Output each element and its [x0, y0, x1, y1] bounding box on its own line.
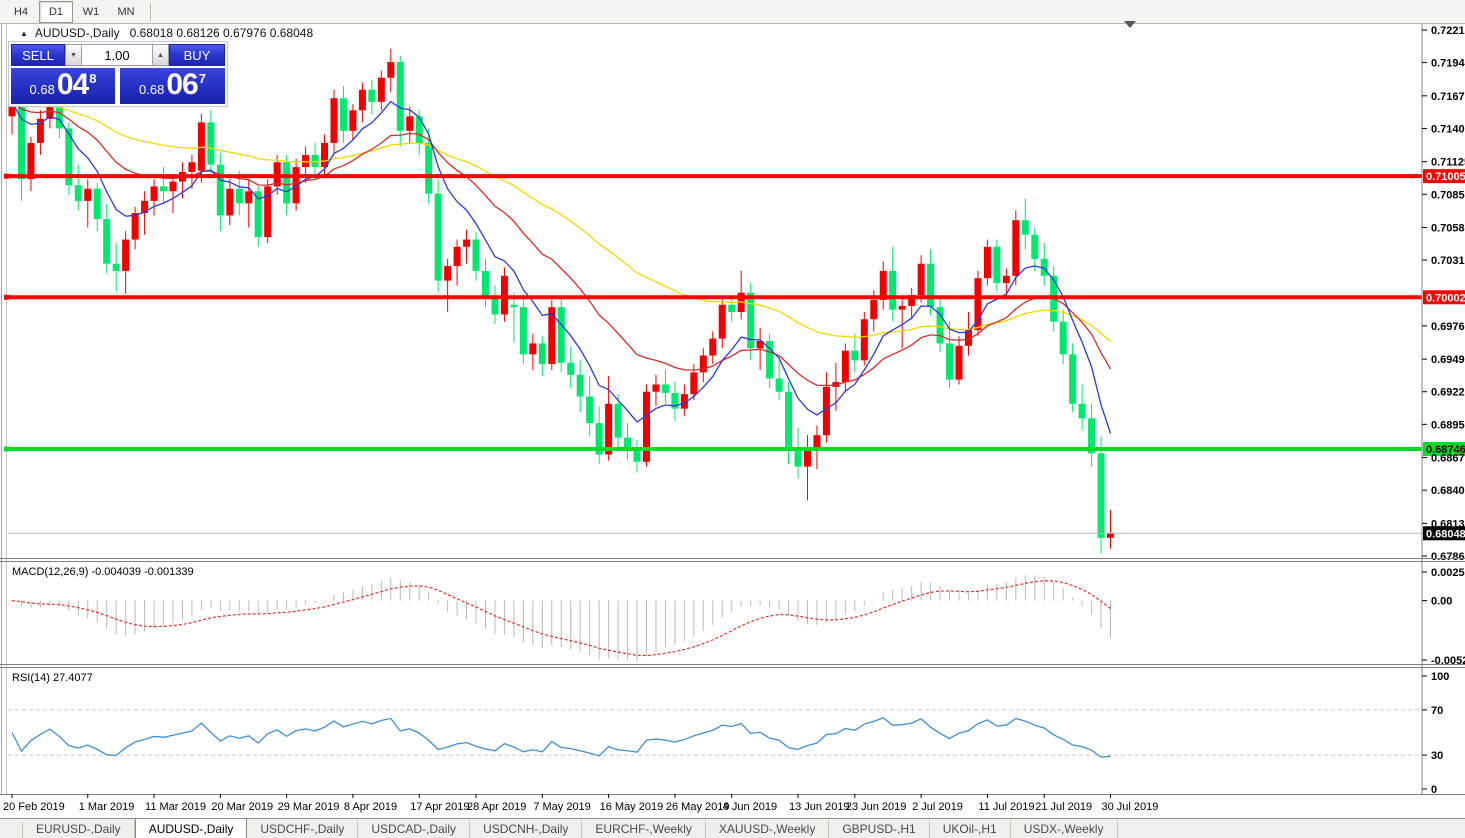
chart-tab-eurchf-weekly[interactable]: EURCHF-,Weekly — [582, 820, 705, 838]
ohlc-readout: 0.68018 0.68126 0.67976 0.68048 — [130, 26, 314, 40]
svg-text:0.70002: 0.70002 — [1426, 292, 1465, 304]
symbol-title: AUDUSD-,Daily — [35, 26, 120, 40]
one-click-trading-panel: SELL ▼ ▲ BUY 0.68 04 8 0.68 06 7 — [8, 41, 228, 107]
svg-text:28 Apr 2019: 28 Apr 2019 — [467, 801, 526, 813]
svg-text:11 Mar 2019: 11 Mar 2019 — [145, 801, 206, 813]
volume-input[interactable] — [82, 44, 152, 66]
chart-tab-gbpusd-h1[interactable]: GBPUSD-,H1 — [829, 820, 929, 838]
svg-text:20 Mar 2019: 20 Mar 2019 — [211, 801, 273, 813]
svg-text:0.71005: 0.71005 — [1426, 171, 1465, 183]
one-click-panel-toggle-icon[interactable]: ▲ — [20, 29, 28, 38]
svg-text:13 Jun 2019: 13 Jun 2019 — [789, 801, 850, 813]
svg-text:2 Jul 2019: 2 Jul 2019 — [912, 801, 963, 813]
svg-text:0.72215: 0.72215 — [1431, 25, 1465, 37]
sell-price-pip: 8 — [89, 71, 96, 86]
svg-text:20 Feb 2019: 20 Feb 2019 — [3, 801, 65, 813]
svg-text:0.68675: 0.68675 — [1431, 453, 1465, 465]
svg-text:30: 30 — [1431, 750, 1443, 762]
svg-text:8 Apr 2019: 8 Apr 2019 — [344, 801, 397, 813]
svg-text:11 Jul 2019: 11 Jul 2019 — [978, 801, 1034, 813]
svg-text:7 May 2019: 7 May 2019 — [533, 801, 590, 813]
svg-text:29 Mar 2019: 29 Mar 2019 — [278, 801, 340, 813]
svg-text:0.69765: 0.69765 — [1431, 321, 1465, 333]
svg-text:0.69490: 0.69490 — [1431, 354, 1465, 366]
chart-tab-usdcnh-daily[interactable]: USDCNH-,Daily — [470, 820, 582, 838]
svg-text:17 Apr 2019: 17 Apr 2019 — [410, 801, 469, 813]
svg-text:0.69220: 0.69220 — [1431, 387, 1465, 399]
svg-text:23 Jun 2019: 23 Jun 2019 — [846, 801, 907, 813]
sell-price-panel[interactable]: 0.68 04 8 — [11, 68, 115, 104]
macd-indicator-label: MACD(12,26,9) -0.004039 -0.001339 — [12, 566, 194, 578]
svg-text:0.68130: 0.68130 — [1431, 518, 1465, 530]
svg-text:4 Jun 2019: 4 Jun 2019 — [723, 801, 777, 813]
chart-tab-bar: EURUSD-,DailyAUDUSD-,DailyUSDCHF-,DailyU… — [0, 818, 1465, 838]
svg-text:0.71670: 0.71670 — [1431, 91, 1465, 103]
buy-price-panel[interactable]: 0.68 06 7 — [120, 68, 225, 104]
svg-text:21 Jul 2019: 21 Jul 2019 — [1035, 801, 1092, 813]
svg-text:0.70580: 0.70580 — [1431, 222, 1465, 234]
buy-price-main: 06 — [166, 68, 197, 102]
spin-up-icon: ▲ — [157, 52, 164, 59]
svg-text:0.71400: 0.71400 — [1431, 123, 1465, 135]
buy-button[interactable]: BUY — [169, 44, 225, 66]
chart-canvas[interactable]: 0.710050.700020.687460.680480.722150.719… — [0, 0, 1465, 838]
buy-price-pip: 7 — [199, 71, 206, 86]
chart-tab-audusd-daily[interactable]: AUDUSD-,Daily — [135, 818, 248, 838]
sell-button[interactable]: SELL — [11, 44, 65, 66]
buy-price-prefix: 0.68 — [139, 82, 164, 97]
svg-text:26 May 2019: 26 May 2019 — [666, 801, 730, 813]
volume-increase-button[interactable]: ▲ — [152, 44, 169, 66]
spin-down-icon: ▼ — [70, 52, 77, 59]
svg-text:0.68950: 0.68950 — [1431, 419, 1465, 431]
svg-text:0.002522: 0.002522 — [1431, 567, 1465, 579]
svg-text:0.71125: 0.71125 — [1431, 157, 1465, 169]
tab-bar-stub — [0, 822, 23, 838]
sell-price-prefix: 0.68 — [30, 82, 55, 97]
svg-text:0.70855: 0.70855 — [1431, 189, 1465, 201]
svg-text:70: 70 — [1431, 705, 1443, 717]
svg-text:30 Jul 2019: 30 Jul 2019 — [1102, 801, 1159, 813]
chart-tab-ukoil-h1[interactable]: UKOil-,H1 — [930, 820, 1011, 838]
svg-text:100: 100 — [1431, 671, 1449, 683]
chart-title: ▲ AUDUSD-,Daily 0.68018 0.68126 0.67976 … — [20, 26, 313, 40]
svg-text:0.00: 0.00 — [1431, 596, 1452, 608]
svg-text:1 Mar 2019: 1 Mar 2019 — [79, 801, 135, 813]
chart-tab-eurusd-daily[interactable]: EURUSD-,Daily — [23, 820, 135, 838]
svg-text:0.68405: 0.68405 — [1431, 485, 1465, 497]
svg-text:0.71945: 0.71945 — [1431, 58, 1465, 70]
volume-decrease-button[interactable]: ▼ — [65, 44, 82, 66]
rsi-indicator-label: RSI(14) 27.4077 — [12, 672, 93, 684]
sell-price-main: 04 — [57, 68, 88, 102]
chart-tab-xauusd-weekly[interactable]: XAUUSD-,Weekly — [706, 820, 829, 838]
chart-tab-usdx-weekly[interactable]: USDX-,Weekly — [1011, 820, 1118, 838]
svg-text:16 May 2019: 16 May 2019 — [600, 801, 664, 813]
svg-text:0.70310: 0.70310 — [1431, 255, 1465, 267]
svg-text:-0.005234: -0.005234 — [1431, 655, 1465, 667]
chart-tab-usdcad-daily[interactable]: USDCAD-,Daily — [358, 820, 470, 838]
chart-tab-usdchf-daily[interactable]: USDCHF-,Daily — [247, 820, 358, 838]
mt4-window: { "toolbar":{"timeframes":[{"label":"H4"… — [0, 0, 1465, 838]
